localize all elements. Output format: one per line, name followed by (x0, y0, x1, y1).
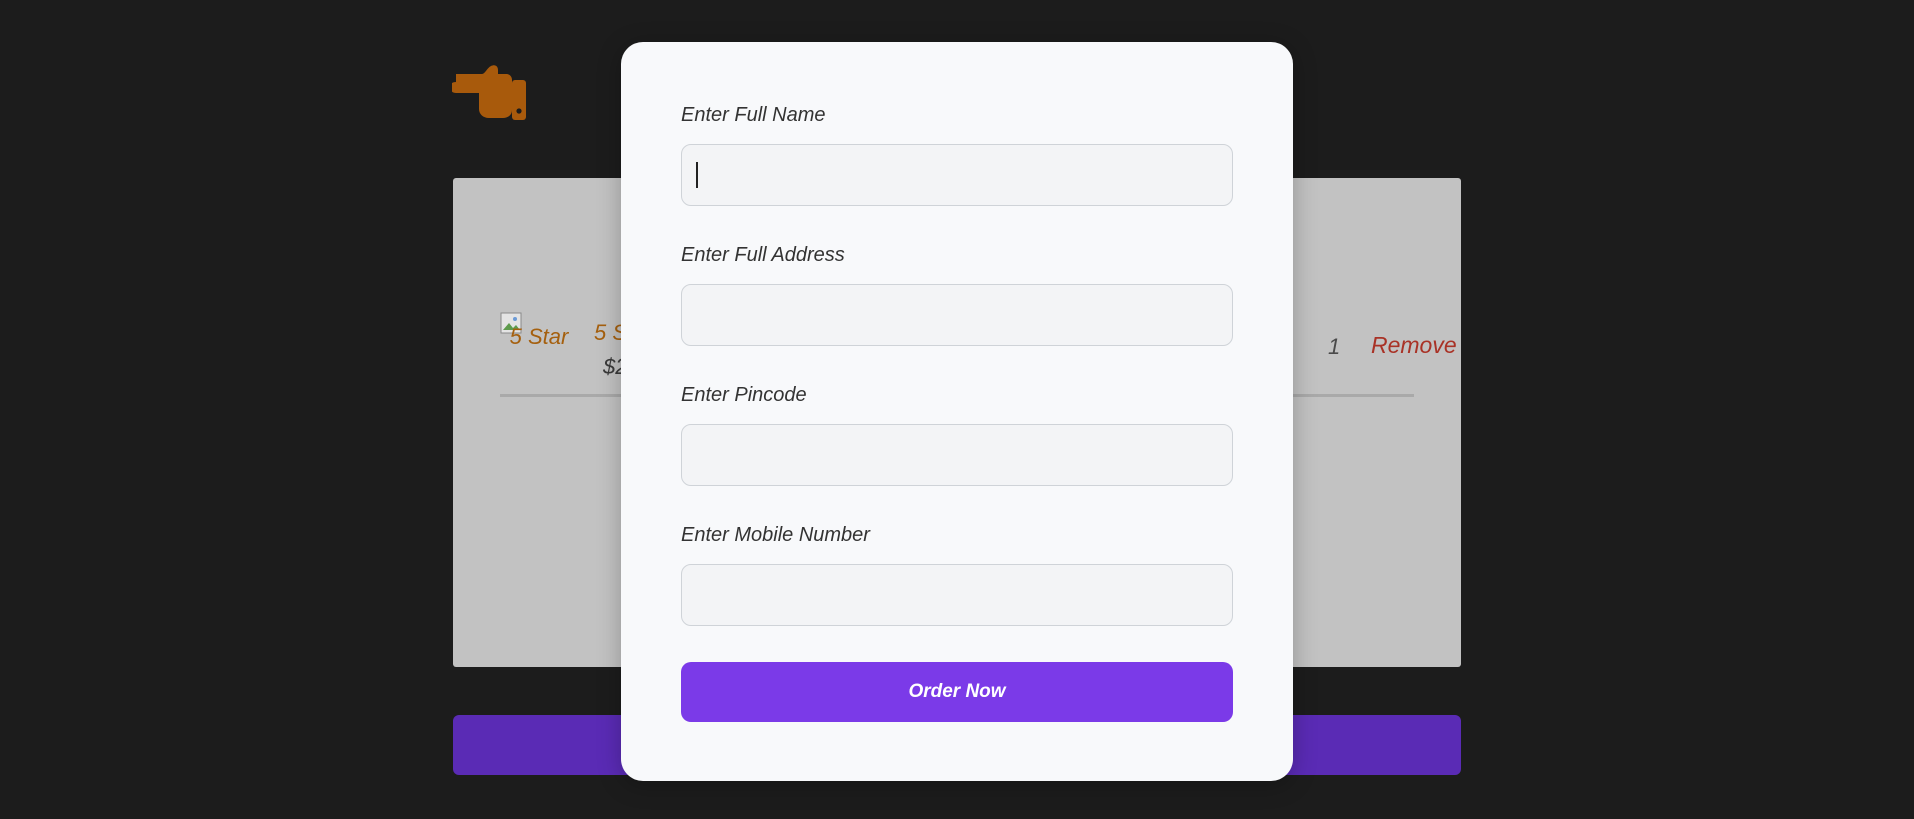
hand-point-left-icon[interactable] (452, 64, 528, 124)
full-address-label: Enter Full Address (681, 244, 845, 266)
product-title: 5 Star (594, 320, 624, 345)
mobile-number-label: Enter Mobile Number (681, 524, 870, 546)
cart-page: 5 Star 5 Star $2 1 Remove Enter Full Nam… (0, 0, 1914, 819)
pincode-label: Enter Pincode (681, 384, 807, 406)
product-price: $2 (603, 354, 623, 379)
quantity-value: 1 (1328, 334, 1341, 359)
order-modal: Enter Full Name Enter Full Address Enter… (621, 42, 1293, 781)
order-now-button[interactable]: Order Now (681, 662, 1233, 722)
full-address-input[interactable] (681, 284, 1233, 346)
mobile-number-input[interactable] (681, 564, 1233, 626)
full-name-label: Enter Full Name (681, 104, 826, 126)
remove-button[interactable]: Remove (1371, 332, 1457, 359)
product-image-alt: 5 Star (509, 324, 569, 349)
text-cursor (696, 162, 698, 188)
full-name-input[interactable] (681, 144, 1233, 206)
pincode-input[interactable] (681, 424, 1233, 486)
